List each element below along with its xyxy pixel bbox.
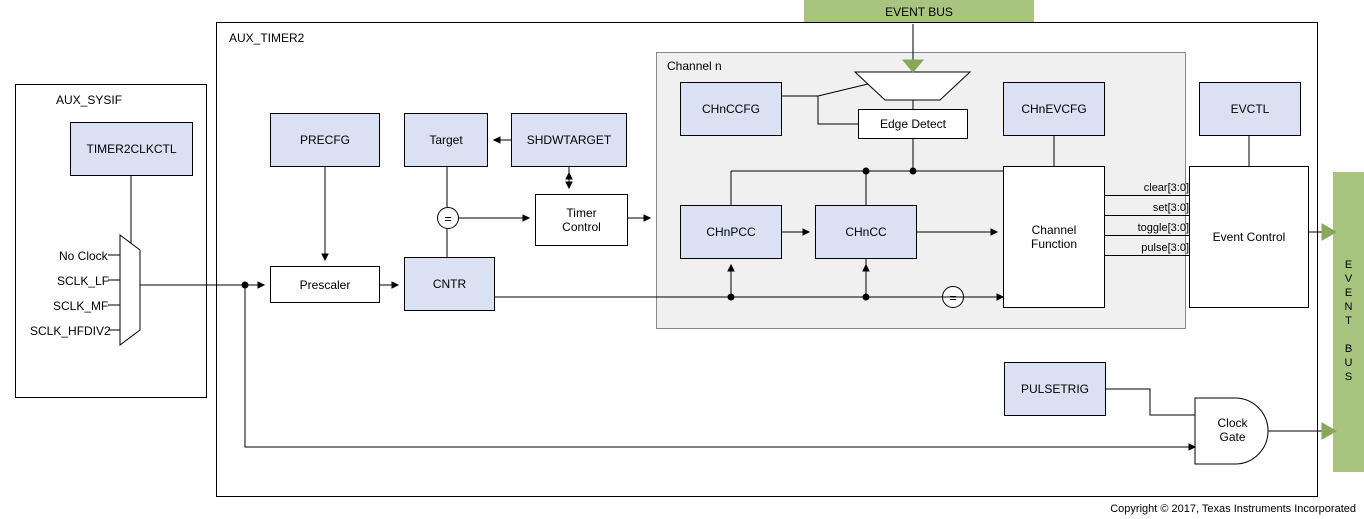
event-bus-right-label: EVENT BUS: [1343, 259, 1355, 385]
sig-toggle-label: toggle[3:0]: [1138, 222, 1189, 234]
precfg-label: PRECFG: [300, 133, 350, 147]
cntr-reg: CNTR: [404, 257, 495, 311]
event-bus-top: EVENT BUS: [804, 0, 1034, 24]
chnpcc-reg: CHnPCC: [680, 205, 782, 259]
prescaler-block: Prescaler: [270, 266, 380, 303]
shdwtarget-label: SHDWTARGET: [527, 133, 611, 147]
evctl-label: EVCTL: [1231, 102, 1270, 116]
eq-timer-label: =: [444, 211, 452, 226]
eq-circle-timer: =: [437, 207, 459, 229]
event-control-label: Event Control: [1213, 230, 1286, 244]
evctl-reg: EVCTL: [1199, 82, 1301, 136]
shdwtarget-reg: SHDWTARGET: [511, 113, 627, 167]
clock-gate-label: Clock Gate: [1217, 416, 1247, 444]
target-label: Target: [429, 133, 462, 147]
chnpcc-label: CHnPCC: [706, 225, 755, 239]
aux-sysif-title: AUX_SYSIF: [56, 93, 122, 107]
channel-function-label: Channel Function: [1031, 223, 1077, 251]
timer2clkctl-reg: TIMER2CLKCTL: [70, 122, 193, 176]
sig-clear: clear[3:0]: [1105, 180, 1189, 196]
sig-set: set[3:0]: [1105, 200, 1189, 216]
eq-circle-channel: =: [942, 286, 964, 308]
timer-control-block: Timer Control: [535, 194, 628, 246]
clock-sclk-mf: SCLK_MF: [53, 299, 108, 313]
sig-toggle: toggle[3:0]: [1105, 220, 1189, 236]
clock-sclk-hfdiv2: SCLK_HFDIV2: [30, 324, 111, 338]
timer2clkctl-label: TIMER2CLKCTL: [86, 142, 176, 156]
target-reg: Target: [404, 113, 488, 167]
chnevcfg-label: CHnEVCFG: [1021, 102, 1086, 116]
channel-n-title: Channel n: [667, 59, 722, 73]
clock-no-clock: No Clock: [59, 249, 108, 263]
channel-function-block: Channel Function: [1003, 166, 1105, 308]
precfg-reg: PRECFG: [270, 113, 380, 167]
chnccfg-label: CHnCCFG: [702, 102, 760, 116]
eq-channel-label: =: [949, 290, 957, 305]
copyright: Copyright © 2017, Texas Instruments Inco…: [1110, 503, 1356, 515]
sig-clear-label: clear[3:0]: [1144, 182, 1189, 194]
edge-detect-label: Edge Detect: [880, 117, 946, 131]
clock-sclk-lf: SCLK_LF: [57, 274, 109, 288]
chncc-reg: CHnCC: [815, 205, 917, 259]
event-bus-right: EVENT BUS: [1333, 172, 1364, 472]
pulsetrig-reg: PULSETRIG: [1004, 362, 1106, 416]
chnevcfg-reg: CHnEVCFG: [1003, 82, 1105, 136]
timer-control-label: Timer Control: [562, 206, 601, 234]
clock-gate-label-wrap: Clock Gate: [1205, 405, 1260, 455]
chncc-label: CHnCC: [845, 225, 886, 239]
chnccfg-reg: CHnCCFG: [680, 82, 782, 136]
sig-pulse-label: pulse[3:0]: [1141, 242, 1189, 254]
prescaler-label: Prescaler: [300, 278, 351, 292]
pulsetrig-label: PULSETRIG: [1021, 382, 1089, 396]
cntr-label: CNTR: [433, 277, 466, 291]
sig-pulse: pulse[3:0]: [1105, 240, 1189, 256]
aux-timer2-title: AUX_TIMER2: [229, 31, 304, 45]
sig-set-label: set[3:0]: [1153, 202, 1189, 214]
event-control-block: Event Control: [1189, 166, 1309, 308]
edge-detect-block: Edge Detect: [858, 109, 968, 139]
event-bus-top-label: EVENT BUS: [885, 5, 953, 19]
